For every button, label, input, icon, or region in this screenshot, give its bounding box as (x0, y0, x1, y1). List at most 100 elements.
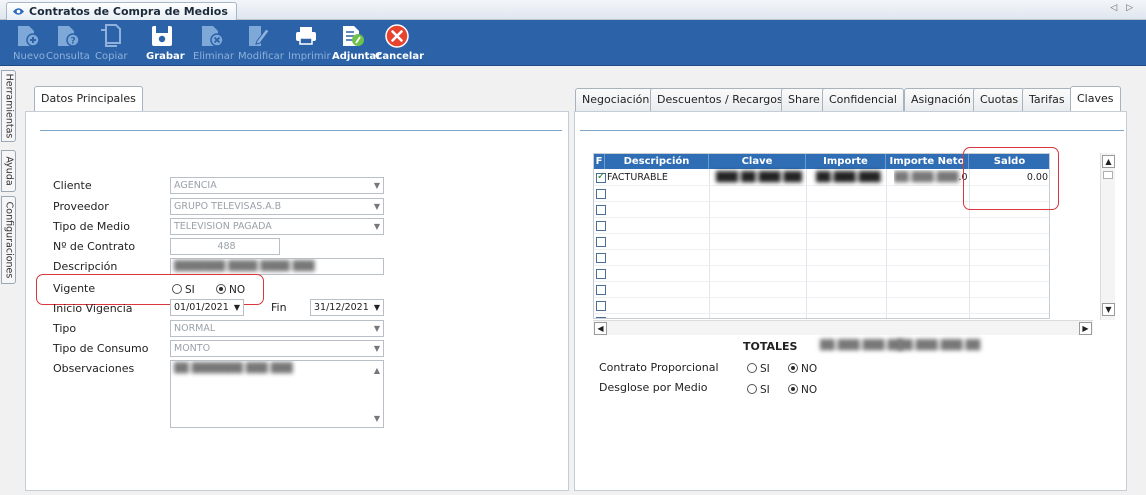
eliminar-label: Eliminar (193, 51, 234, 62)
side-tab-configuraciones-label: Configuraciones (3, 201, 14, 279)
inicio-vigencia-date[interactable]: 01/01/2021 ▼ (170, 299, 244, 316)
cell-clave: ███ ██ ███ ███ ████ (716, 172, 802, 183)
table-row[interactable] (594, 298, 1049, 314)
observaciones-value: ██ ███████ ███ ███ (174, 363, 293, 374)
scroll-left-icon[interactable]: ◀ (594, 322, 607, 335)
tab-confidencial[interactable]: Confidencial (822, 88, 904, 112)
table-row[interactable] (594, 314, 1049, 318)
descripcion-field[interactable]: ███████ ████ ████ ███ (170, 258, 384, 275)
no-contrato-field[interactable]: 488 (170, 238, 280, 255)
row-checkbox[interactable] (596, 171, 606, 183)
observaciones-textarea[interactable]: ██ ███████ ███ ███ ▲ ▼ (170, 360, 384, 428)
highlight-annotation (963, 147, 1059, 210)
tab-tarifas[interactable]: Tarifas (1022, 88, 1072, 112)
cliente-value: AGENCIA (174, 180, 217, 191)
table-row[interactable] (594, 282, 1049, 298)
desglose-no-label: NO (801, 384, 818, 396)
imprimir-button[interactable]: Imprimir (288, 23, 331, 65)
adjuntar-label: Adjuntar (332, 51, 382, 62)
tipo-consumo-select[interactable]: MONTO ▼ (170, 340, 384, 357)
tab-claves[interactable]: Claves (1070, 86, 1121, 112)
col-header-importe-neto[interactable]: Importe Neto (886, 154, 969, 169)
tipo-medio-select[interactable]: TELEVISION PAGADA ▼ (170, 218, 384, 235)
tab-negociacion[interactable]: Negociación (575, 88, 657, 112)
copiar-button[interactable]: Copiar (95, 23, 128, 65)
fin-date[interactable]: 31/12/2021 ▼ (310, 299, 384, 316)
side-tab-configuraciones[interactable]: Configuraciones (1, 196, 16, 284)
col-header-importe-bruto[interactable]: Importe Bruto (806, 154, 886, 182)
section-divider (580, 130, 1124, 131)
tab-cuotas[interactable]: Cuotas (973, 88, 1026, 112)
scroll-down-icon[interactable]: ▼ (1102, 303, 1115, 316)
table-row[interactable] (594, 250, 1049, 266)
row-checkbox[interactable] (596, 317, 606, 318)
radio-dot-icon (747, 384, 757, 394)
inicio-vigencia-value: 01/01/2021 (174, 302, 229, 313)
chevron-down-icon: ▼ (373, 324, 380, 333)
row-checkbox[interactable] (596, 285, 606, 295)
adjuntar-button[interactable]: Adjuntar (332, 23, 382, 65)
grabar-button[interactable]: Grabar (146, 23, 185, 65)
document-tab[interactable]: Contratos de Compra de Medios (6, 2, 237, 20)
row-checkbox[interactable] (596, 221, 606, 231)
delete-document-icon (202, 26, 224, 47)
side-tab-ayuda[interactable]: Ayuda (1, 150, 16, 192)
section-divider (40, 130, 562, 131)
consulta-button[interactable]: ? Consulta (46, 23, 90, 65)
row-checkbox[interactable] (596, 205, 606, 215)
scroll-right-icon[interactable]: ▶ (1079, 322, 1092, 335)
scroll-up-icon[interactable]: ▲ (1102, 155, 1115, 168)
tab-scroll-arrows[interactable]: ◁ ▷ (1110, 3, 1136, 13)
document-tab-title: Contratos de Compra de Medios (29, 5, 228, 18)
copiar-label: Copiar (95, 51, 128, 62)
col-header-f[interactable]: F (594, 154, 605, 169)
row-checkbox[interactable] (596, 301, 606, 311)
tipo-consumo-label: Tipo de Consumo (53, 342, 149, 355)
edit-document-icon (249, 26, 270, 46)
scroll-up-icon: ▲ (373, 366, 380, 375)
row-checkbox[interactable] (596, 253, 606, 263)
cell-importe-bruto: ██.███.███.██ (816, 172, 882, 183)
row-checkbox[interactable] (596, 237, 606, 247)
inicio-vigencia-label: Inicio Vigencia (53, 302, 133, 315)
grid-horizontal-scrollbar[interactable]: ◀ ▶ (593, 320, 1093, 335)
cancelar-button[interactable]: Cancelar (375, 23, 425, 65)
desglose-medio-label: Desglose por Medio (599, 381, 708, 394)
tab-descuentos-recargos[interactable]: Descuentos / Recargos (650, 88, 790, 112)
nuevo-button[interactable]: Nuevo (13, 23, 46, 65)
modificar-button[interactable]: Modificar (238, 23, 284, 65)
side-tab-herramientas[interactable]: Herramientas (1, 70, 16, 142)
contrato-proporcional-label: Contrato Proporcional (599, 361, 719, 374)
tipo-consumo-value: MONTO (174, 343, 211, 354)
row-checkbox[interactable] (596, 269, 606, 279)
desglose-si-radio[interactable]: SI (747, 384, 770, 396)
row-checkbox[interactable] (596, 189, 606, 199)
nuevo-label: Nuevo (13, 51, 46, 62)
table-row[interactable] (594, 266, 1049, 282)
col-header-descripcion[interactable]: Descripción (605, 154, 709, 169)
chevron-down-icon: ▼ (373, 222, 380, 231)
radio-dot-selected-icon (788, 363, 798, 373)
grid-vertical-scrollbar[interactable]: ▲ ▼ (1100, 153, 1115, 320)
cliente-select[interactable]: AGENCIA ▼ (170, 177, 384, 194)
proveedor-select[interactable]: GRUPO TELEVISAS.A.B ▼ (170, 198, 384, 215)
imprimir-label: Imprimir (288, 51, 331, 62)
tab-share[interactable]: Share (781, 88, 827, 112)
tab-datos-principales[interactable]: Datos Principales (34, 86, 143, 112)
table-row[interactable] (594, 234, 1049, 250)
desglose-no-radio[interactable]: NO (788, 384, 817, 396)
chevron-down-icon: ▼ (233, 303, 240, 312)
tipo-medio-label: Tipo de Medio (53, 220, 130, 233)
printer-icon (296, 27, 316, 45)
grabar-label: Grabar (146, 51, 185, 62)
proporcional-no-radio[interactable]: NO (788, 363, 817, 375)
col-header-clave[interactable]: Clave (709, 154, 806, 169)
proporcional-si-radio[interactable]: SI (747, 363, 770, 375)
tipo-select[interactable]: NORMAL ▼ (170, 320, 384, 337)
tab-asignacion[interactable]: Asignación (904, 88, 978, 112)
cancelar-label: Cancelar (375, 51, 425, 62)
table-row[interactable] (594, 218, 1049, 234)
eliminar-button[interactable]: Eliminar (193, 23, 234, 65)
scroll-thumb[interactable] (1103, 171, 1113, 179)
totales-neto: ██.███.███.██ (898, 340, 981, 351)
